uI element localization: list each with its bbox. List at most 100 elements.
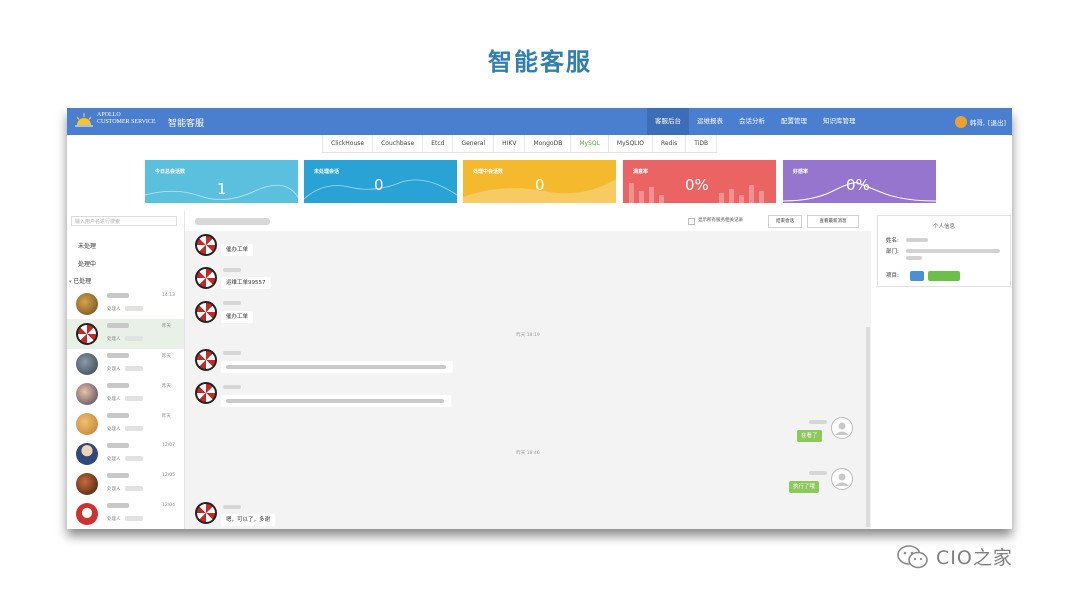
dept-value-line2 — [906, 256, 922, 260]
user-name: 韩哥, — [969, 118, 985, 127]
user-avatar — [76, 383, 98, 405]
filter-processing[interactable]: 处理中 — [78, 259, 96, 268]
user-avatar — [76, 503, 98, 525]
stat-satisfaction: 满意率 0% — [623, 160, 776, 203]
user-info-pane: 个人信息 姓名: 部门: 项目: — [872, 211, 1012, 529]
conversation-item[interactable]: 处理人 昨天 — [67, 409, 184, 439]
user-avatar — [76, 293, 98, 315]
handler-name — [125, 306, 143, 311]
conversation-time: 12/07 — [162, 443, 175, 448]
handler-label: 处理人 — [107, 457, 121, 462]
handler-label: 处理人 — [107, 367, 121, 372]
conversation-name — [107, 353, 129, 358]
stat-processing: 处理中会话数 0 — [463, 160, 616, 203]
brand-line2: CUSTOMER SERVICE — [97, 119, 156, 125]
sunrise-logo-icon — [75, 113, 93, 127]
name-label: 姓名: — [886, 238, 899, 244]
nav-config-management[interactable]: 配置管理 — [773, 108, 815, 135]
conversation-sidebar: 输入用户名进行搜索 未处理 处理中 ▾ 已处理 处理人 14:13 处理人 昨天… — [67, 211, 185, 529]
tab-hikv[interactable]: HIKV — [494, 135, 526, 152]
agent-name — [809, 471, 827, 475]
handler-name — [125, 456, 143, 461]
show-all-label: 显示所有服务相关记录 — [698, 218, 743, 223]
user-avatar — [195, 234, 217, 256]
project-label: 项目: — [886, 273, 899, 279]
tab-redis[interactable]: Redis — [653, 135, 687, 152]
project-tag — [928, 271, 960, 281]
logout-link[interactable]: [退出] — [988, 117, 1006, 127]
agent-avatar-icon — [831, 417, 853, 439]
search-input[interactable]: 输入用户名进行搜索 — [71, 216, 177, 226]
db-tabs: ClickHouse Couchbase Etcd General HIKV M… — [322, 135, 718, 153]
chat-message: 催办工单 — [221, 311, 254, 323]
footer-watermark: CIO之家 — [896, 543, 1013, 570]
handler-name — [125, 366, 143, 371]
project-tag — [910, 271, 924, 281]
tab-tidb[interactable]: TiDB — [686, 135, 718, 152]
handler-name — [125, 486, 143, 491]
tab-general[interactable]: General — [453, 135, 495, 152]
filter-unprocessed[interactable]: 未处理 — [78, 241, 96, 250]
latest-messages-button[interactable]: 查看最新消息 — [807, 215, 859, 228]
tab-couchbase[interactable]: Couchbase — [373, 135, 424, 152]
user-avatar — [195, 301, 217, 323]
main-nav: 客服后台 运维报表 会话分析 配置管理 知识库管理 — [647, 108, 864, 135]
show-all-checkbox[interactable] — [688, 218, 695, 225]
tab-clickhouse[interactable]: ClickHouse — [322, 135, 374, 152]
personal-info-card: 个人信息 姓名: 部门: 项目: — [877, 215, 1011, 287]
footer-text: CIO之家 — [936, 547, 1013, 569]
agent-avatar-icon — [831, 468, 853, 490]
filter-processed[interactable]: ▾ 已处理 — [69, 276, 91, 285]
tab-mongodb[interactable]: MongoDB — [525, 135, 572, 152]
tab-etcd[interactable]: Etcd — [423, 135, 454, 152]
handler-label: 处理人 — [107, 307, 121, 312]
info-title: 个人信息 — [932, 224, 955, 230]
nav-session-analysis[interactable]: 会话分析 — [731, 108, 773, 135]
handler-label: 处理人 — [107, 427, 121, 432]
conversation-item[interactable]: 处理人 昨天 — [67, 319, 184, 349]
end-session-button[interactable]: 结束会话 — [768, 215, 802, 228]
filter-processed-label: 已处理 — [73, 278, 92, 285]
nav-customer-backend[interactable]: 客服后台 — [647, 108, 689, 135]
conversation-item[interactable]: 处理人 14:13 — [67, 289, 184, 319]
conversation-name — [107, 293, 129, 298]
conversation-item[interactable]: 处理人 12/05 — [67, 469, 184, 499]
handler-name — [125, 516, 143, 521]
curve-sparkline-icon — [783, 182, 936, 202]
conversation-name — [107, 383, 129, 388]
handler-label: 处理人 — [107, 487, 121, 492]
conversation-time: 昨天 — [162, 414, 171, 419]
agent-name — [809, 420, 827, 424]
conversation-name — [107, 473, 129, 478]
chat-message — [221, 395, 451, 407]
conversation-name — [107, 443, 129, 448]
conversation-item[interactable]: 处理人 12/04 — [67, 499, 184, 529]
sender-name — [223, 351, 241, 355]
conversation-time: 昨天 — [162, 324, 171, 329]
nav-ops-report[interactable]: 运维报表 — [689, 108, 731, 135]
slide-title: 智能客服 — [488, 48, 592, 76]
area-sparkline-icon — [463, 179, 616, 203]
sender-name — [223, 505, 241, 509]
time-separator: 昨天 18:19 — [516, 333, 540, 338]
handler-label: 处理人 — [107, 337, 121, 342]
stat-today-sessions: 今日总会话数 1 — [145, 160, 298, 203]
tab-mysqlio[interactable]: MySQLIO — [609, 135, 654, 152]
sender-name — [223, 385, 241, 389]
nav-knowledge-base[interactable]: 知识库管理 — [815, 108, 864, 135]
stat-unprocessed: 未处理会话 0 — [304, 160, 457, 203]
conversation-item[interactable]: 处理人 昨天 — [67, 349, 184, 379]
conversation-time: 昨天 — [162, 354, 171, 359]
user-avatar — [76, 473, 98, 495]
conversation-name — [107, 503, 129, 508]
conversation-item[interactable]: 处理人 昨天 — [67, 379, 184, 409]
handler-label: 处理人 — [107, 397, 121, 402]
chat-scrollbar[interactable] — [866, 327, 870, 527]
tab-mysql[interactable]: MySQL — [571, 135, 609, 152]
stat-favorability: 好感率 0% — [783, 160, 936, 203]
brand-line1: APOLLO — [97, 112, 121, 118]
sparkline-icon — [145, 184, 298, 200]
conversation-item[interactable]: 处理人 12/07 — [67, 439, 184, 469]
top-bar: APOLLO CUSTOMER SERVICE 智能客服 客服后台 运维报表 会… — [67, 108, 1012, 135]
time-separator: 昨天 18:46 — [516, 451, 540, 456]
